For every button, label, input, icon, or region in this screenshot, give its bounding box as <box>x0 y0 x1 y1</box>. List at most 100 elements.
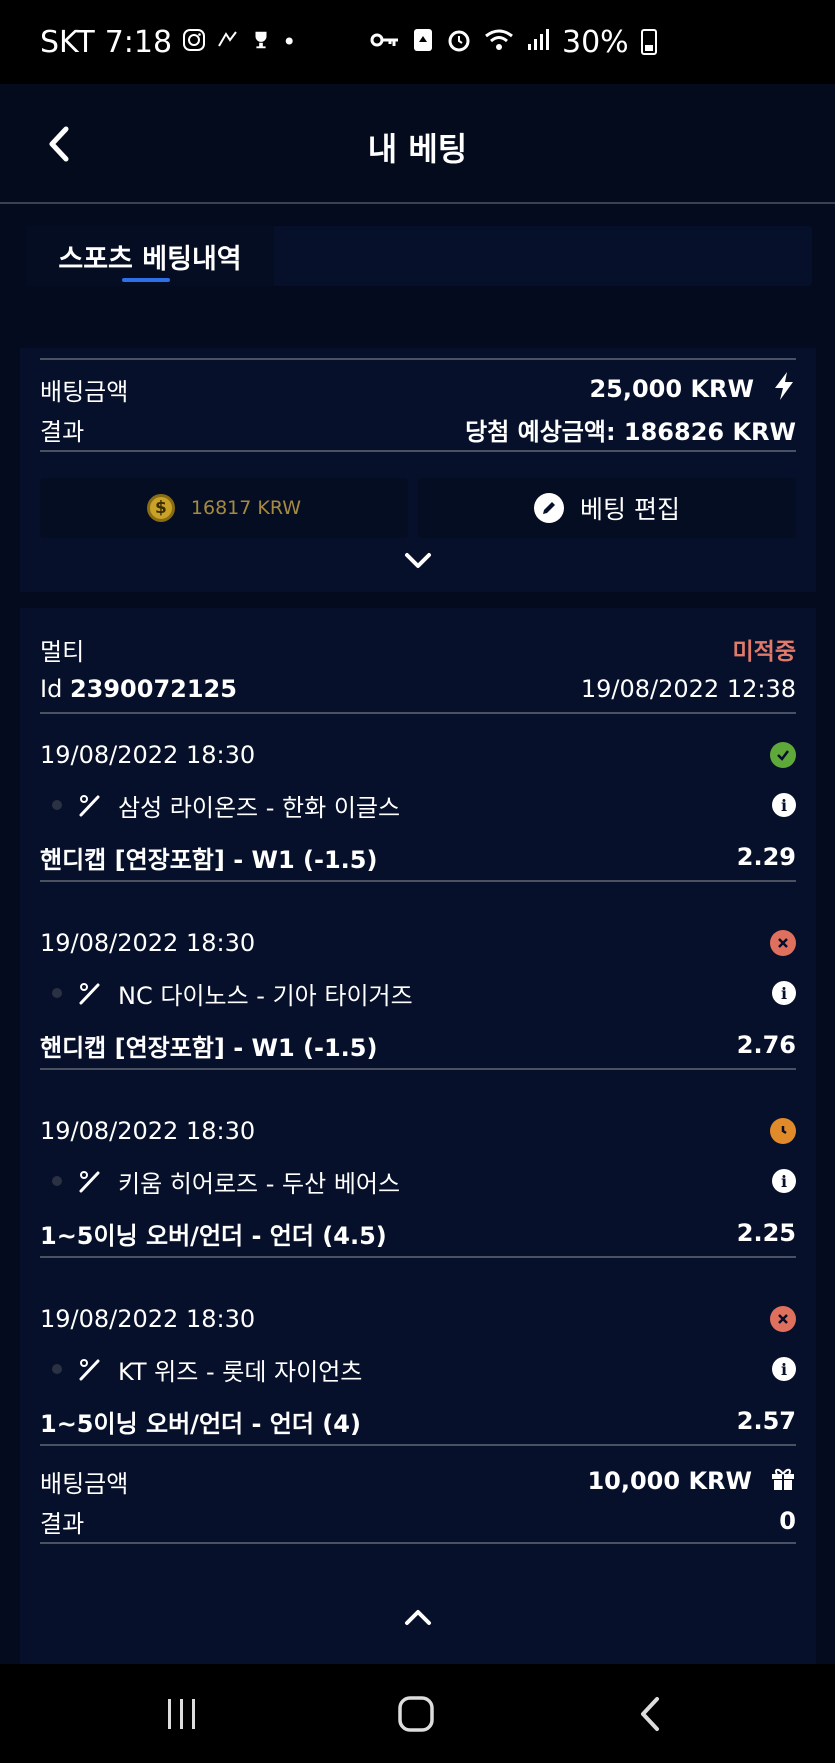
selection-header: 19/08/2022 18:30 <box>40 738 796 772</box>
more-notifications-dot-icon: • <box>282 28 297 56</box>
divider <box>40 712 796 714</box>
info-icon[interactable]: i <box>772 793 796 817</box>
selection-header: 19/08/2022 18:30 <box>40 1302 796 1336</box>
divider <box>40 1444 796 1446</box>
battery-icon <box>640 29 657 55</box>
recent-apps-icon <box>168 1699 195 1729</box>
baseball-bat-icon <box>79 795 100 817</box>
divider <box>40 358 796 360</box>
bet-id-row: Id 2390072125 19/08/2022 12:38 <box>40 672 796 706</box>
expected-win-amount: 당첨 예상금액: 186826 KRW <box>465 417 796 446</box>
balance-display: $ 16817 KRW <box>40 478 408 538</box>
battery-percent: 30% <box>562 24 629 60</box>
stake-value: 25,000 KRW <box>589 375 754 403</box>
selection-market-row: 핸디캡 [연장포함] - W1 (-1.5) 2.29 <box>40 840 796 874</box>
market-name: 핸디캡 [연장포함] - W1 (-1.5) <box>40 1033 378 1062</box>
bet-type-row: 멀티 미적중 <box>40 632 796 666</box>
edit-bet-label: 베팅 편집 <box>580 495 680 524</box>
market-name: 1~5이닝 오버/언더 - 언더 (4) <box>40 1409 361 1438</box>
system-back-button[interactable] <box>630 1694 670 1734</box>
live-dot <box>52 988 62 998</box>
alarm-icon <box>446 27 472 57</box>
vpn-key-icon <box>370 29 400 55</box>
x-circle-icon <box>770 930 796 956</box>
stake-label: 배팅금액 <box>40 377 129 406</box>
market-name: 1~5이닝 오버/언더 - 언더 (4.5) <box>40 1221 387 1250</box>
tab-label: 스포츠 베팅내역 <box>58 243 242 275</box>
match-teams: KT 위즈 - 롯데 자이언츠 <box>118 1357 363 1386</box>
app-notification-icon <box>216 28 240 56</box>
selection-datetime: 19/08/2022 18:30 <box>40 1305 256 1333</box>
multi-stake-row: 배팅금액 10,000 KRW <box>40 1464 796 1498</box>
clock: 7:18 <box>104 24 173 60</box>
stake-value: 10,000 KRW <box>587 1467 752 1495</box>
result-label: 결과 <box>40 1509 85 1538</box>
tab-bar: 스포츠 베팅내역 <box>26 226 812 286</box>
page-title: 내 베팅 <box>367 130 468 168</box>
signal-icon <box>526 28 550 56</box>
home-button[interactable] <box>396 1694 436 1734</box>
market-name: 핸디캡 [연장포함] - W1 (-1.5) <box>40 845 378 874</box>
status-bar: SKT 7:18 • 30% <box>0 0 835 84</box>
active-tab-indicator <box>122 278 170 282</box>
bet-id-label: Id <box>40 675 63 703</box>
selection-match-row: NC 다이노스 - 기아 타이거즈 i <box>40 976 796 1010</box>
selection-match-row: 삼성 라이온즈 - 한화 이글스 i <box>40 788 796 822</box>
gift-icon <box>770 1465 796 1497</box>
selection-market-row: 1~5이닝 오버/언더 - 언더 (4.5) 2.25 <box>40 1216 796 1250</box>
multi-result-row: 결과 0 <box>40 1504 796 1538</box>
instagram-icon <box>182 28 206 56</box>
result-row: 결과 당첨 예상금액: 186826 KRW <box>40 412 796 446</box>
carrier-label: SKT <box>40 24 95 60</box>
match-teams: 삼성 라이온즈 - 한화 이글스 <box>118 793 401 822</box>
wifi-icon <box>484 28 514 56</box>
multi-bet-card: 멀티 미적중 Id 2390072125 19/08/2022 12:38 19… <box>20 608 816 1664</box>
odds-value: 2.25 <box>736 1219 796 1247</box>
info-icon[interactable]: i <box>772 981 796 1005</box>
selection-header: 19/08/2022 18:30 <box>40 926 796 960</box>
bet-placed-date: 19/08/2022 12:38 <box>580 675 796 703</box>
x-circle-icon <box>770 1306 796 1332</box>
selection-datetime: 19/08/2022 18:30 <box>40 1117 256 1145</box>
divider <box>40 880 796 882</box>
check-circle-icon <box>770 742 796 768</box>
divider <box>40 1542 796 1544</box>
selection-market-row: 핸디캡 [연장포함] - W1 (-1.5) 2.76 <box>40 1028 796 1062</box>
odds-value: 2.29 <box>736 843 796 871</box>
info-icon[interactable]: i <box>772 1169 796 1193</box>
back-arrow-icon <box>641 1697 659 1731</box>
clock-icon <box>770 1118 796 1144</box>
baseball-bat-icon <box>79 983 100 1005</box>
selection-datetime: 19/08/2022 18:30 <box>40 741 256 769</box>
info-icon[interactable]: i <box>772 1357 796 1381</box>
top-app-bar: 내 베팅 <box>0 84 835 204</box>
tab-sports-betting-history[interactable]: 스포츠 베팅내역 <box>26 226 274 286</box>
recycle-icon <box>412 27 434 57</box>
recent-apps-button[interactable] <box>162 1694 202 1734</box>
stake-row: 배팅금액 25,000 KRW <box>40 372 796 406</box>
edit-bet-button[interactable]: 베팅 편집 <box>418 478 796 538</box>
live-dot <box>52 800 62 810</box>
baseball-bat-icon <box>79 1171 100 1193</box>
live-dot <box>52 1176 62 1186</box>
system-navigation-bar <box>0 1664 835 1763</box>
odds-value: 2.76 <box>736 1031 796 1059</box>
balance-currency: KRW <box>257 497 302 519</box>
expand-button[interactable] <box>20 552 816 570</box>
bet-summary-card: 배팅금액 25,000 KRW 결과 당첨 예상금액: 186826 KRW $… <box>20 348 816 592</box>
divider <box>40 1068 796 1070</box>
chevron-up-icon <box>405 1610 431 1625</box>
selection-datetime: 19/08/2022 18:30 <box>40 929 256 957</box>
bet-status-badge: 미적중 <box>732 639 796 665</box>
bet-type: 멀티 <box>40 637 85 666</box>
result-value: 0 <box>779 1507 796 1535</box>
trophy-icon <box>250 29 272 55</box>
match-teams: NC 다이노스 - 기아 타이거즈 <box>118 981 413 1010</box>
balance-value: 16817 <box>190 497 252 519</box>
match-teams: 키움 히어로즈 - 두산 베어스 <box>118 1169 401 1198</box>
lightning-icon <box>772 371 796 407</box>
baseball-bat-icon <box>79 1359 100 1381</box>
selection-match-row: KT 위즈 - 롯데 자이언츠 i <box>40 1352 796 1386</box>
result-label: 결과 <box>40 417 85 446</box>
collapse-button[interactable] <box>20 1608 816 1626</box>
